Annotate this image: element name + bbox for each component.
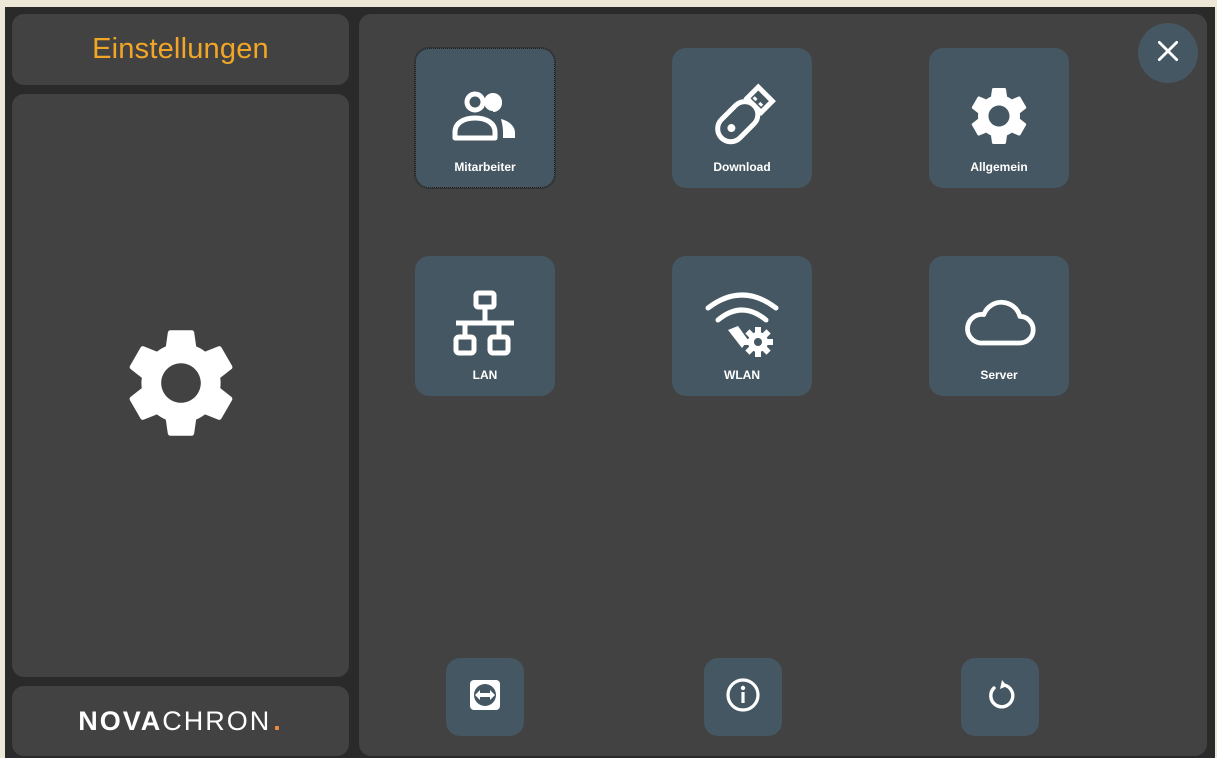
info-button[interactable] xyxy=(704,658,782,736)
info-icon xyxy=(725,677,761,718)
logo-part-2: CHRON xyxy=(162,705,272,736)
tile-allgemein[interactable]: Allgemein xyxy=(929,48,1069,188)
close-button[interactable] xyxy=(1138,23,1198,83)
wifi-settings-icon xyxy=(704,286,780,362)
tile-label: Allgemein xyxy=(970,160,1028,174)
tile-download[interactable]: Download xyxy=(672,48,812,188)
tile-label: LAN xyxy=(472,368,498,382)
tile-lan[interactable]: LAN xyxy=(415,256,555,396)
tile-label: WLAN xyxy=(724,368,760,382)
teamviewer-icon xyxy=(468,678,502,717)
teamviewer-button[interactable] xyxy=(446,658,524,736)
novachron-logo: NOVA CHRON . xyxy=(78,706,283,737)
close-icon xyxy=(1155,38,1181,69)
network-icon xyxy=(447,286,523,362)
tile-mitarbeiter[interactable]: Mitarbeiter xyxy=(415,48,555,188)
page-title: Einstellungen xyxy=(92,33,269,65)
gear-icon xyxy=(115,317,247,454)
tile-wlan[interactable]: WLAN xyxy=(672,256,812,396)
usb-stick-icon xyxy=(704,78,780,154)
logo-part-1: NOVA xyxy=(78,705,163,736)
section-icon-panel xyxy=(12,94,349,677)
tile-label: Server xyxy=(980,368,1018,382)
logo-panel: NOVA CHRON . xyxy=(12,686,349,756)
users-icon xyxy=(447,78,523,154)
gear-icon xyxy=(961,78,1037,154)
restart-icon xyxy=(983,678,1017,717)
restart-button[interactable] xyxy=(961,658,1039,736)
title-panel: Einstellungen xyxy=(12,14,349,85)
tile-label: Download xyxy=(713,160,771,174)
cloud-icon xyxy=(961,286,1037,362)
logo-dot: . xyxy=(273,705,283,736)
tile-server[interactable]: Server xyxy=(929,256,1069,396)
tile-label: Mitarbeiter xyxy=(454,160,516,174)
